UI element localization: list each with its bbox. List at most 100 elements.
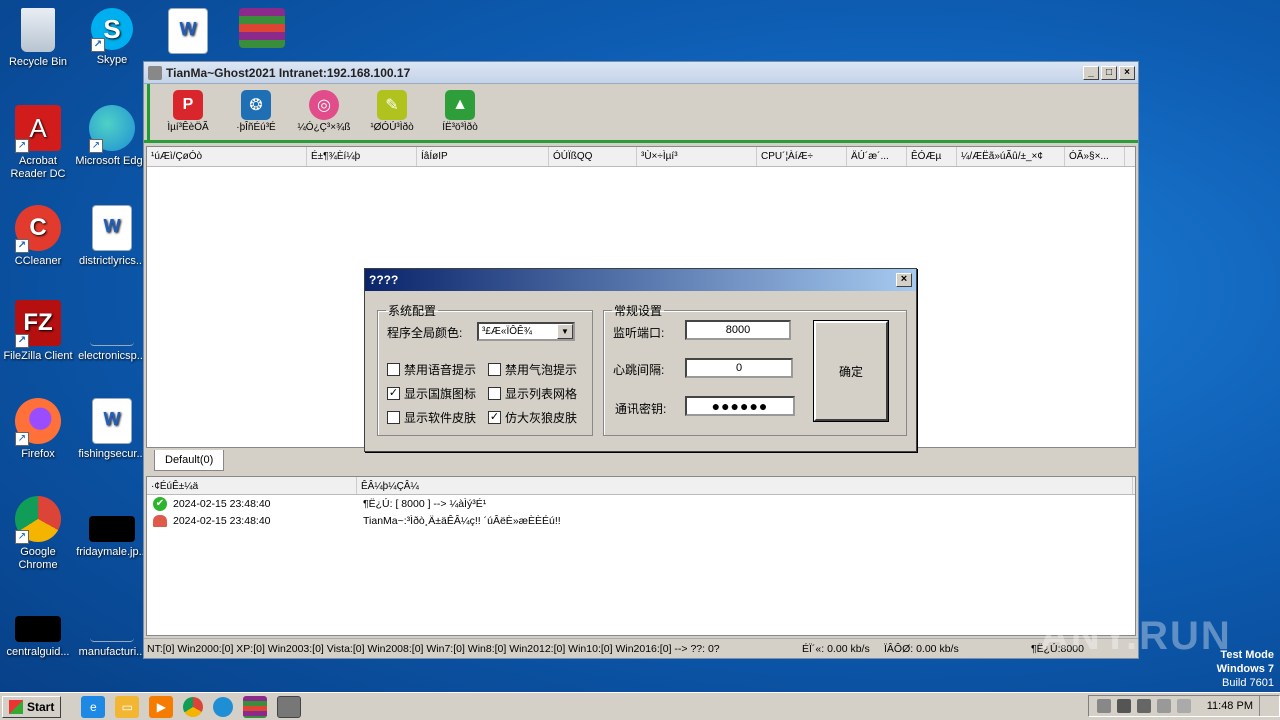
toolbar-label: Ìµí³ÊèÖÃ — [167, 122, 209, 133]
status-bar: NT:[0] Win2000:[0] XP:[0] Win2003:[0] Vi… — [144, 638, 1138, 658]
dialog-titlebar[interactable]: ???? × — [365, 269, 916, 291]
desktop-icon-centralguid[interactable]: centralguid... — [0, 596, 76, 659]
desktop-icon-electronicsp[interactable]: electronicsp... — [74, 300, 150, 363]
windows-logo-icon — [9, 699, 23, 714]
heartbeat-input[interactable]: 0 — [685, 358, 793, 378]
desktop-icon-skype[interactable]: S ↗ Skype — [74, 8, 150, 67]
checkbox-label: 显示软件皮肤 — [404, 411, 477, 425]
desktop-icon-recycle-bin[interactable]: Recycle Bin — [0, 8, 76, 69]
checkbox-disable-voice[interactable]: 禁用语音提示 — [387, 361, 476, 378]
checkbox-show-grid[interactable]: 显示列表网格 — [488, 385, 577, 402]
toolbar-label: ¹ØÓÚ³Ìðò — [370, 122, 414, 133]
ccleaner-icon: C ↗ — [15, 205, 61, 253]
column-header[interactable]: ÍâÍøIP — [417, 147, 549, 166]
shortcut-arrow-icon: ↗ — [15, 239, 29, 253]
checkbox-wolf-skin[interactable]: ✓ 仿大灰狼皮肤 — [488, 409, 577, 426]
desktop-icon-word-doc[interactable]: W — [150, 8, 226, 58]
desktop-icon-chrome[interactable]: ↗ Google Chrome — [0, 496, 76, 572]
status-send-rate: ÉÏ´«: 0.00 kb/s — [802, 642, 870, 655]
column-header[interactable]: ³Ù×÷Ìµí³ — [637, 147, 757, 166]
checkbox-show-flag[interactable]: ✓ 显示国旗图标 — [387, 385, 476, 402]
toolbar-button-about[interactable]: ✎ ¹ØÓÚ³Ìðò — [362, 90, 422, 140]
event-log[interactable]: ·¢ÉúÊ±¼ä ÊÂ¼þ¼ÇÂ¼ ✔ 2024-02-15 23:48:40 ¶… — [146, 476, 1136, 636]
flag-icon[interactable] — [1176, 699, 1191, 713]
toolbar-button-settings[interactable]: P Ìµí³ÊèÖÃ — [158, 90, 218, 140]
ghost-app-icon[interactable] — [277, 695, 302, 718]
desktop-icon-firefox[interactable]: ↗ Firefox — [0, 398, 76, 461]
column-header[interactable]: ÊÓÆµ — [907, 147, 957, 166]
color-select[interactable]: ³£Æ«ÏÔÊ¾ ▼ — [477, 322, 575, 341]
desktop-icon-fridaymale[interactable]: fridaymale.jp... — [74, 496, 150, 559]
column-header[interactable]: ÓÃ»§×... — [1065, 147, 1125, 166]
window-titlebar[interactable]: TianMa~Ghost2021 Intranet:192.168.100.17… — [144, 62, 1138, 84]
volume-icon[interactable] — [1156, 699, 1171, 713]
close-button[interactable]: × — [1119, 65, 1135, 80]
shortcut-arrow-icon: ↗ — [15, 334, 29, 348]
show-desktop-button[interactable] — [1259, 696, 1271, 716]
desktop-icon-winrar[interactable] — [224, 8, 300, 52]
status-os-counts: NT:[0] Win2000:[0] XP:[0] Win2003:[0] Vi… — [147, 642, 720, 655]
pencil-icon: ✎ — [377, 90, 407, 120]
desktop-icon-filezilla[interactable]: FZ ↗ FileZilla Client — [0, 300, 76, 363]
checkbox-box[interactable] — [387, 363, 400, 376]
battery-icon[interactable] — [1136, 699, 1151, 713]
toolbar-label: ¼Ó¿Ç³×¾ß — [297, 122, 351, 133]
desktop-icon-edge[interactable]: ↗ Microsoft Edge — [74, 105, 150, 168]
column-header[interactable]: ÓÚÏßQQ — [549, 147, 637, 166]
checkbox-box[interactable] — [387, 411, 400, 424]
column-header[interactable]: ÊÂ¼þ¼ÇÂ¼ — [357, 477, 1133, 494]
winrar-icon[interactable] — [243, 695, 268, 718]
desktop-icon-manufacturi[interactable]: manufacturi... — [74, 596, 150, 659]
column-header[interactable]: ÄÚ´æ´... — [847, 147, 907, 166]
media-player-icon[interactable]: ▶ — [149, 695, 174, 718]
column-header[interactable]: ·¢ÉúÊ±¼ä — [147, 477, 357, 494]
toolbar-button-exit[interactable]: ▲ ÍË³ö³Ìðò — [430, 90, 490, 140]
checkbox-box[interactable]: ✓ — [387, 387, 400, 400]
log-row[interactable]: ✔ 2024-02-15 23:48:40 ¶Ë¿Ú: [ 8000 ] --> … — [147, 495, 1135, 512]
network-icon[interactable] — [1116, 699, 1131, 713]
os-info: Test Mode Windows 7 Build 7601 — [1217, 648, 1274, 690]
test-mode-label: Test Mode — [1220, 649, 1274, 661]
ghost-tray-icon[interactable] — [1096, 699, 1111, 713]
explorer-icon[interactable]: ▭ — [115, 695, 140, 718]
column-header[interactable]: CPU´¦ÀíÆ÷ — [757, 147, 847, 166]
chrome-icon[interactable] — [183, 696, 204, 717]
dialog-close-button[interactable]: × — [896, 273, 912, 287]
check-icon: ✔ — [153, 496, 167, 511]
desktop-icon-ccleaner[interactable]: C ↗ CCleaner — [0, 205, 76, 268]
color-select-value: ³£Æ«ÏÔÊ¾ — [482, 326, 533, 337]
desktop-icon-districtlyrics[interactable]: W districtlyrics... — [74, 205, 150, 268]
log-text: ¶Ë¿Ú: [ 8000 ] --> ¼àÌý³É¹ — [363, 497, 487, 510]
status-recv-rate: ÏÂÔØ: 0.00 kb/s — [884, 642, 959, 655]
start-button[interactable]: Start — [2, 695, 62, 718]
checkbox-box[interactable] — [488, 387, 501, 400]
log-row[interactable]: 2024-02-15 23:48:40 TianMa~:³Ìðò¸Ä±äÊÂ¼ç… — [147, 512, 1135, 529]
toolbar-button-packer[interactable]: ◎ ¼Ó¿Ç³×¾ß — [294, 90, 354, 140]
column-header[interactable]: ¹úÆì/ÇøÓò — [147, 147, 307, 166]
port-input[interactable]: 8000 — [685, 320, 791, 340]
desktop-icon-acrobat[interactable]: A ↗ Acrobat Reader DC — [0, 105, 76, 181]
word-doc-icon: W — [92, 205, 132, 251]
toolbar-button-build[interactable]: ❂ ·þÎñÉú³É — [226, 90, 286, 140]
ok-button[interactable]: 确定 — [813, 320, 889, 422]
column-header[interactable]: É±¶¾Èí¼þ — [307, 147, 417, 166]
ie-icon[interactable]: e — [81, 695, 106, 718]
checkbox-show-skin[interactable]: 显示软件皮肤 — [387, 409, 476, 426]
maximize-button[interactable]: □ — [1101, 65, 1117, 80]
clock[interactable]: 11:48 PM — [1207, 700, 1253, 712]
warning-icon — [153, 514, 167, 527]
column-header[interactable]: ¼/ÆËã»úÃû/±_×¢ — [957, 147, 1065, 166]
checkbox-box[interactable]: ✓ — [488, 411, 501, 424]
log-text: TianMa~:³Ìðò¸Ä±äÊÂ¼ç!! ´úÂëÈ»æÈÈÉú!! — [363, 514, 561, 527]
checkbox-disable-bubble[interactable]: 禁用气泡提示 — [488, 361, 577, 378]
chrome-icon: ↗ — [15, 496, 61, 544]
key-input[interactable]: ●●●●●● — [685, 396, 795, 416]
desktop-icon-fishingsecur[interactable]: W fishingsecur... — [74, 398, 150, 461]
edge-icon[interactable] — [213, 696, 234, 717]
chevron-down-icon[interactable]: ▼ — [557, 324, 573, 339]
minimize-button[interactable]: _ — [1083, 65, 1099, 80]
winrar-icon — [239, 8, 285, 48]
checkbox-label: 显示列表网格 — [505, 387, 578, 401]
tab-default[interactable]: Default(0) — [154, 450, 225, 471]
checkbox-box[interactable] — [488, 363, 501, 376]
